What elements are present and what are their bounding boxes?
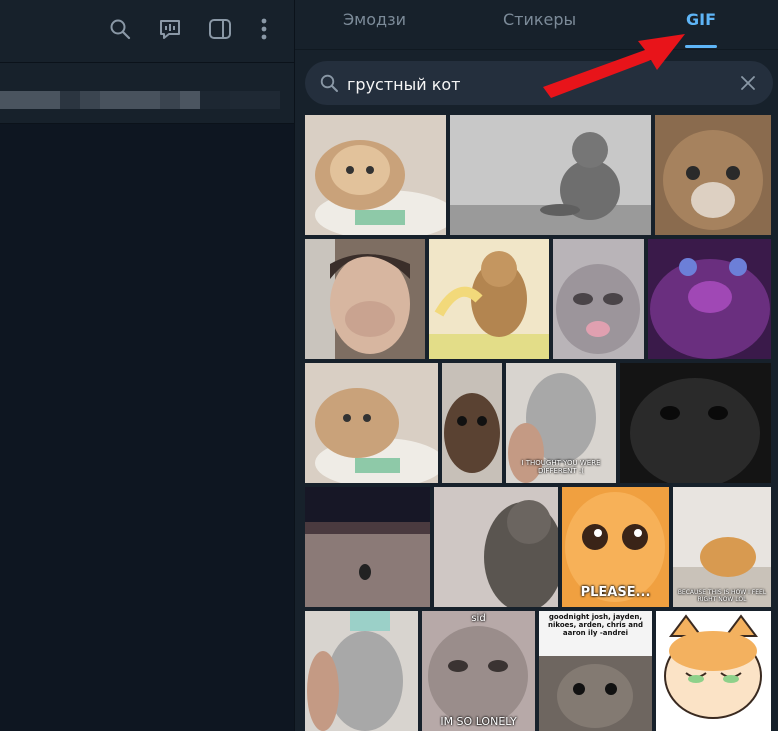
gif-thumbnail[interactable] xyxy=(305,487,430,607)
blurred-content xyxy=(0,91,60,109)
more-icon[interactable] xyxy=(251,15,277,43)
gif-thumbnail[interactable]: goodnight josh, jayden, nikoes, arden, c… xyxy=(539,611,652,731)
blurred-content xyxy=(180,91,200,109)
gif-search-input[interactable] xyxy=(345,61,729,107)
gif-caption: PLEASE... xyxy=(580,585,651,600)
gif-caption: IM SO LONELY xyxy=(440,715,517,728)
gif-thumbnail[interactable] xyxy=(553,239,644,359)
blurred-content xyxy=(230,91,280,109)
gif-thumbnail[interactable] xyxy=(305,115,446,235)
gif-thumbnail[interactable] xyxy=(305,363,438,483)
tabs-divider xyxy=(295,49,778,50)
gif-thumbnail[interactable] xyxy=(442,363,502,483)
gif-thumbnail[interactable] xyxy=(620,363,771,483)
blurred-content xyxy=(60,91,80,109)
chat-area xyxy=(0,124,294,731)
gif-caption: goodnight josh, jayden, nikoes, arden, c… xyxy=(548,613,643,637)
gif-thumbnail[interactable] xyxy=(305,239,425,359)
tab-emoji[interactable]: Эмодзи xyxy=(343,10,406,34)
sidebar-toggle-icon[interactable] xyxy=(207,15,233,43)
gif-thumbnail[interactable] xyxy=(305,611,418,731)
gif-thumbnail[interactable] xyxy=(655,115,771,235)
gif-caption: sid xyxy=(471,613,486,624)
gif-thumbnail[interactable]: I THOUGHT YOU WERE DIFFERENT :( xyxy=(506,363,616,483)
chat-header xyxy=(0,0,294,63)
pinned-message-bar[interactable] xyxy=(0,63,294,124)
gif-thumbnail[interactable] xyxy=(434,487,558,607)
blurred-content xyxy=(200,91,230,109)
gif-thumbnail[interactable] xyxy=(656,611,771,731)
gif-thumbnail[interactable] xyxy=(450,115,651,235)
tab-stickers[interactable]: Стикеры xyxy=(503,10,576,34)
gif-caption: BECAUSE THIS IS HOW I FEEL RIGHT NOW LOL xyxy=(677,589,767,603)
close-icon[interactable] xyxy=(739,74,757,92)
gif-thumbnail[interactable]: sid IM SO LONELY xyxy=(422,611,535,731)
gif-thumbnail[interactable]: BECAUSE THIS IS HOW I FEEL RIGHT NOW LOL xyxy=(673,487,771,607)
tab-gif[interactable]: GIF xyxy=(685,10,717,34)
search-icon[interactable] xyxy=(107,15,133,43)
blurred-content xyxy=(100,91,160,109)
gif-thumbnail[interactable]: PLEASE... xyxy=(562,487,669,607)
search-icon xyxy=(320,74,338,92)
voice-chat-icon[interactable] xyxy=(157,15,183,43)
gif-thumbnail[interactable] xyxy=(648,239,771,359)
gif-thumbnail[interactable] xyxy=(429,239,549,359)
gif-caption: I THOUGHT YOU WERE DIFFERENT :( xyxy=(521,459,601,475)
blurred-content xyxy=(160,91,180,109)
active-tab-indicator xyxy=(685,45,717,48)
blurred-content xyxy=(80,91,100,109)
gif-search-box xyxy=(305,61,773,107)
media-panel: Эмодзи Стикеры GIF I THOUGHT YOU WERE DI… xyxy=(295,0,778,731)
